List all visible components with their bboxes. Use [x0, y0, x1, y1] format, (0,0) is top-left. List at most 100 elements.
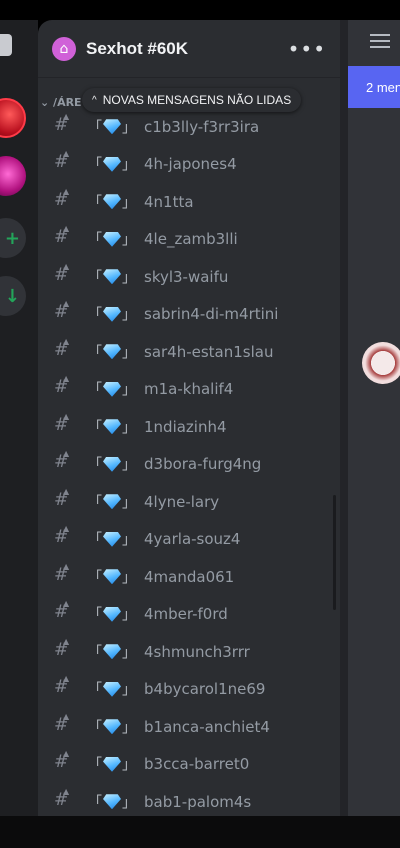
sticker-image: [362, 342, 400, 384]
add-server-button[interactable]: +: [0, 218, 26, 258]
bracket-open: 「: [88, 419, 102, 436]
bracket-open: 「: [88, 607, 102, 624]
channel-item[interactable]: # ▲ 「」 bab1-palom4s: [38, 783, 338, 816]
locked-text-channel-icon: # ▲: [54, 524, 70, 548]
channel-item[interactable]: # ▲ 「 」 4manda061: [38, 558, 338, 596]
channel-name: sabrin4-di-m4rtini: [144, 305, 279, 324]
locked-text-channel-icon: # ▲: [54, 374, 70, 398]
bracket-open: 「: [88, 307, 102, 324]
channel-item[interactable]: # ▲ 「」 b3cca-barret0: [38, 746, 338, 784]
channel-decoration: 「」: [88, 379, 136, 399]
bracket-open: 「: [88, 382, 102, 399]
channel-decoration: 「」: [88, 529, 136, 549]
channel-name: 1ndiazinh4: [144, 417, 227, 436]
bracket-open: 「: [88, 344, 102, 361]
bracket-close: 」: [122, 569, 136, 586]
bottom-bar: [0, 816, 400, 848]
channel-item[interactable]: # ▲ 「」 d3bora-furg4ng: [38, 446, 338, 484]
channel-item[interactable]: # ▲ 「」 c1b3lly-f3rr3ira: [38, 108, 338, 146]
locked-text-channel-icon: # ▲: [54, 599, 70, 623]
channel-decoration: 「」: [88, 717, 136, 737]
locked-text-channel-icon: # ▲: [54, 336, 70, 360]
locked-text-channel-icon: # ▲: [54, 636, 70, 660]
server-icon[interactable]: [0, 98, 26, 138]
channel-name: 4shmunch3rrr: [144, 642, 250, 661]
locked-text-channel-icon: # ▲: [54, 449, 70, 473]
bracket-open: 「: [88, 232, 102, 249]
locked-text-channel-icon: # ▲: [54, 486, 70, 510]
channel-decoration: 「」: [88, 679, 136, 699]
gem-icon: [103, 456, 121, 472]
channel-name: c1b3lly-f3rr3ira: [144, 117, 260, 136]
bracket-open: 「: [88, 119, 102, 136]
plus-icon: +: [4, 228, 20, 249]
channel-name: b3cca-barret0: [144, 755, 250, 774]
bracket-open: 「: [88, 682, 102, 699]
bracket-open: 「: [88, 644, 102, 661]
channel-name: 4le_zamb3lli: [144, 230, 238, 249]
gem-icon: [103, 269, 121, 285]
locked-text-channel-icon: # ▲: [54, 411, 70, 435]
bracket-open: 「: [88, 569, 102, 586]
unread-messages-banner[interactable]: 2 men: [348, 66, 400, 108]
channel-item[interactable]: # ▲ 「」 1ndiazinh4: [38, 408, 338, 446]
bracket-open: 「: [88, 269, 102, 286]
channel-item[interactable]: # ▲ 「」 4h-japones4: [38, 146, 338, 184]
channel-name: d3bora-furg4ng: [144, 455, 262, 474]
channel-item[interactable]: # ▲ 「」 m1a-khalif4: [38, 371, 338, 409]
channel-sidebar: ⌂ Sexhot #60K ••• ⌄ /ÁRE # ▲ 「」 c1b3lly-f3r…: [38, 20, 340, 816]
more-options-icon[interactable]: •••: [288, 37, 326, 61]
gem-icon: [103, 756, 121, 772]
bracket-close: 」: [122, 719, 136, 736]
bracket-close: 」: [122, 382, 136, 399]
gem-icon: [103, 306, 121, 322]
server-icon[interactable]: [0, 156, 26, 196]
channel-item[interactable]: # ▲ 「」 sabrin4-di-m4rtini: [38, 296, 338, 334]
bracket-close: 」: [122, 644, 136, 661]
gem-icon: [103, 494, 121, 510]
channel-decoration: 「」: [88, 754, 136, 774]
channel-item[interactable]: # ▲ 「」 4yarla-souz4: [38, 521, 338, 559]
bracket-open: 「: [88, 194, 102, 211]
channel-item[interactable]: # ▲ 「」 b4bycarol1ne69: [38, 671, 338, 709]
bracket-close: 」: [122, 232, 136, 249]
channel-item[interactable]: # ▲ 「」 sar4h-estan1slau: [38, 333, 338, 371]
channel-name: b1anca-anchiet4: [144, 717, 270, 736]
bracket-close: 」: [122, 119, 136, 136]
gem-icon: [103, 231, 121, 247]
channel-name: 4mber-f0rd: [144, 605, 228, 624]
hamburger-menu-icon[interactable]: [370, 34, 390, 48]
locked-text-channel-icon: # ▲: [54, 561, 70, 585]
channel-decoration: 「」: [88, 792, 136, 812]
channel-item[interactable]: # ▲ 「」 4n1tta: [38, 183, 338, 221]
channel-decoration: 「」: [88, 154, 136, 174]
locked-text-channel-icon: # ▲: [54, 149, 70, 173]
direct-messages-button[interactable]: [0, 34, 12, 56]
channel-item[interactable]: # ▲ 「」 4le_zamb3lli: [38, 221, 338, 259]
channel-name: 4h-japones4: [144, 155, 237, 174]
channel-name: 4manda061: [144, 567, 235, 586]
chevron-up-icon: ^: [92, 94, 97, 106]
channel-name: 4n1tta: [144, 192, 194, 211]
gem-icon: [103, 794, 121, 810]
bracket-close: 」: [122, 344, 136, 361]
gem-icon: [103, 606, 121, 622]
gem-icon: [103, 644, 121, 660]
channel-item[interactable]: # ▲ 「 」 4shmunch3rrr: [38, 633, 338, 671]
channel-item[interactable]: # ▲ 「」 4mber-f0rd: [38, 596, 338, 634]
gem-icon: [103, 119, 121, 135]
guild-header[interactable]: ⌂ Sexhot #60K •••: [38, 20, 340, 78]
channel-item[interactable]: # ▲ 「」 skyl3-waifu: [38, 258, 338, 296]
new-unread-messages-pill[interactable]: ^ NOVAS MENSAGENS NÃO LIDAS: [82, 88, 302, 112]
scrollbar[interactable]: [333, 495, 336, 610]
bracket-open: 「: [88, 494, 102, 511]
gem-icon: [103, 381, 121, 397]
channel-item[interactable]: # ▲ 「」 b1anca-anchiet4: [38, 708, 338, 746]
channel-item[interactable]: # ▲ 「」 4lyne-lary: [38, 483, 338, 521]
bracket-open: 「: [88, 719, 102, 736]
gem-icon: [103, 419, 121, 435]
channel-name: bab1-palom4s: [144, 792, 252, 811]
explore-servers-button[interactable]: ↓: [0, 276, 26, 316]
gem-icon: [103, 719, 121, 735]
bracket-open: 「: [88, 757, 102, 774]
